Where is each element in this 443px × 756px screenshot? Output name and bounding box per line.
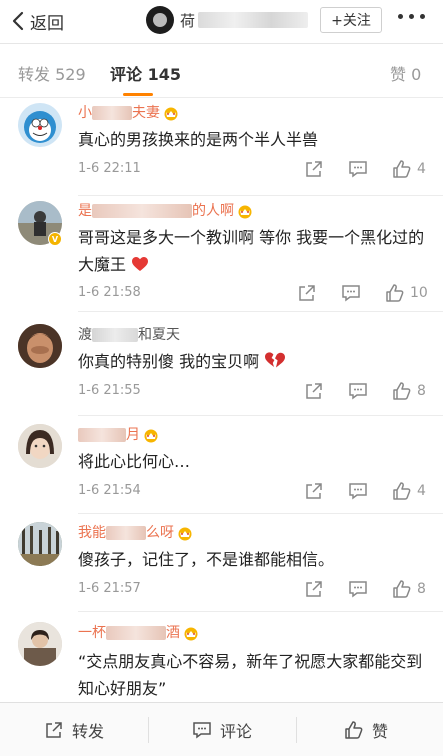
comment-icon — [193, 722, 211, 739]
comment-item: 我能 么呀 傻孩子，记住了，不是谁都能相信。 1-6 21:57 8 — [0, 514, 443, 612]
comment-action[interactable] — [341, 283, 361, 303]
avatar[interactable] — [18, 522, 62, 566]
comment-action[interactable] — [348, 481, 368, 501]
comment-time: 1-6 22:11 — [78, 161, 141, 176]
avatar[interactable] — [18, 324, 62, 368]
like-button[interactable]: 赞 — [344, 718, 388, 742]
comment-icon — [349, 161, 367, 178]
comment-username[interactable]: 是的人啊 — [78, 200, 254, 220]
comment-text: 真心的男孩换来的是两个半人半兽 — [78, 130, 319, 149]
active-tab-indicator — [123, 93, 153, 96]
tab-repost[interactable]: 转发 529 — [18, 61, 86, 85]
comment-action[interactable] — [348, 159, 368, 179]
repost-action[interactable] — [304, 159, 324, 179]
share-icon — [306, 581, 322, 597]
account-header[interactable]: 荷 — [146, 6, 308, 34]
comment-item: 渡和夏天 你真的特别傻 我的宝贝啊 1-6 21:55 8 — [0, 312, 443, 416]
vip-crown-icon — [144, 429, 158, 442]
like-count: 10 — [410, 285, 428, 301]
vip-crown-icon — [178, 527, 192, 540]
share-icon — [299, 285, 315, 301]
repost-action[interactable] — [304, 579, 324, 599]
like-action[interactable]: 4 — [392, 481, 426, 501]
comment-username[interactable]: 一杯酒 — [78, 622, 200, 642]
comment-button[interactable]: 评论 — [192, 718, 252, 742]
bottom-action-bar: 转发 评论 赞 — [0, 702, 443, 756]
comment-time: 1-6 21:54 — [78, 483, 141, 498]
comment-time: 1-6 21:55 — [78, 383, 141, 398]
comment-time: 1-6 21:58 — [78, 285, 141, 300]
comment-time: 1-6 21:57 — [78, 581, 141, 596]
thumbs-up-icon — [393, 160, 411, 178]
like-action[interactable]: 8 — [392, 579, 426, 599]
avatar[interactable] — [18, 622, 62, 666]
comment-item: 小夫妻 真心的男孩换来的是两个半人半兽 1-6 22:11 4 — [0, 98, 443, 196]
thumbs-up-icon — [393, 580, 411, 598]
broken-heart-icon — [265, 352, 286, 368]
red-heart-icon — [132, 257, 149, 271]
vip-crown-icon — [238, 205, 252, 218]
share-icon — [306, 483, 322, 499]
comment-item: 月 将此心比何心… 1-6 21:54 4 — [0, 416, 443, 514]
comment-item: V 是的人啊 哥哥这是多大一个教训啊 等你 我要一个黑化过的大魔王 1-6 21… — [0, 196, 443, 312]
comment-username[interactable]: 小夫妻 — [78, 102, 180, 122]
like-action[interactable]: 10 — [385, 283, 428, 303]
thumbs-up-icon — [345, 721, 363, 739]
like-count: 4 — [417, 483, 426, 499]
thumbs-up-icon — [393, 382, 411, 400]
tab-like[interactable]: 赞 0 — [390, 61, 421, 85]
like-action[interactable]: 4 — [392, 159, 426, 179]
repost-button[interactable]: 转发 — [44, 718, 104, 742]
repost-action[interactable] — [304, 381, 324, 401]
like-action[interactable]: 8 — [392, 381, 426, 401]
top-nav-bar: 返回 荷 +关注 — [0, 0, 443, 44]
comment-action[interactable] — [348, 381, 368, 401]
account-name[interactable]: 荷 — [180, 10, 308, 31]
blurred-name-region — [198, 11, 308, 28]
follow-button[interactable]: +关注 — [320, 7, 382, 33]
chevron-left-icon — [12, 11, 24, 31]
avatar[interactable] — [18, 103, 62, 147]
comment-text: 傻孩子，记住了，不是谁都能相信。 — [78, 550, 335, 569]
vip-crown-icon — [184, 627, 198, 640]
back-label: 返回 — [30, 13, 64, 34]
avatar[interactable] — [18, 424, 62, 468]
like-count: 8 — [417, 581, 426, 597]
thumbs-up-icon — [386, 284, 404, 302]
share-icon — [306, 383, 322, 399]
weibo-comment-page: 返回 荷 +关注 转发 529 评论 145 赞 0 小 夫妻 真心的男孩换来的… — [0, 0, 443, 756]
tab-bar: 转发 529 评论 145 赞 0 — [0, 44, 443, 98]
like-count: 8 — [417, 383, 426, 399]
more-options-icon[interactable] — [398, 14, 425, 19]
share-icon — [46, 722, 62, 738]
comment-icon — [342, 285, 360, 302]
comment-action[interactable] — [348, 579, 368, 599]
repost-action[interactable] — [304, 481, 324, 501]
comment-text: 将此心比何心… — [78, 452, 191, 471]
tab-comment[interactable]: 评论 145 — [110, 61, 181, 85]
comment-text: 你真的特别傻 我的宝贝啊 — [78, 348, 428, 375]
verified-badge-icon: V — [48, 232, 62, 246]
comment-username[interactable]: 月 — [78, 424, 160, 444]
comment-icon — [349, 383, 367, 400]
comment-icon — [349, 483, 367, 500]
comment-text: “交点朋友真心不容易，新年了祝愿大家都能交到知心好朋友” — [78, 652, 423, 698]
comment-item: 一杯酒 “交点朋友真心不容易，新年了祝愿大家都能交到知心好朋友” — [0, 612, 443, 702]
comment-icon — [349, 581, 367, 598]
comment-text: 哥哥这是多大一个教训啊 等你 我要一个黑化过的大魔王 — [78, 228, 425, 274]
comment-username[interactable]: 渡和夏天 — [78, 324, 180, 344]
repost-action[interactable] — [297, 283, 317, 303]
share-icon — [306, 161, 322, 177]
back-button[interactable]: 返回 — [12, 8, 64, 34]
comment-username[interactable]: 我能 么呀 — [78, 522, 194, 542]
vip-crown-icon — [164, 107, 178, 120]
thumbs-up-icon — [393, 482, 411, 500]
like-count: 4 — [417, 161, 426, 177]
account-avatar[interactable] — [146, 6, 174, 34]
